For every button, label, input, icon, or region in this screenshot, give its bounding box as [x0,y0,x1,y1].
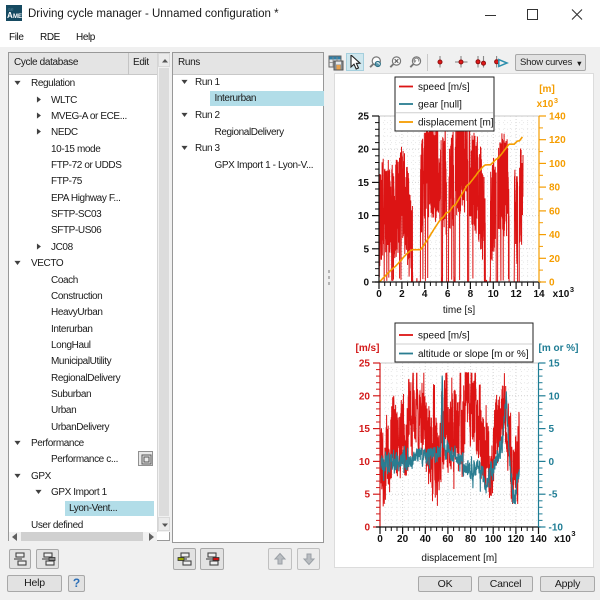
svg-text:3: 3 [570,285,574,294]
svg-text:speed [m/s]: speed [m/s] [418,331,470,342]
svg-text:[m]: [m] [539,84,555,95]
svg-text:0: 0 [376,289,382,300]
svg-text:[m/s]: [m/s] [356,343,380,354]
svg-text:ae: ae [8,7,14,13]
svg-text:10: 10 [549,391,561,402]
svg-text:x10: x10 [553,289,570,300]
svg-text:8: 8 [468,289,474,300]
svg-text:20: 20 [358,145,370,156]
svg-text:4: 4 [422,289,428,300]
svg-text:12: 12 [511,289,523,300]
svg-text:0: 0 [549,457,555,468]
svg-text:140: 140 [549,112,566,123]
svg-text:5: 5 [363,244,369,255]
svg-text:20: 20 [359,391,371,402]
svg-text:120: 120 [508,534,525,545]
svg-text:speed [m/s]: speed [m/s] [418,82,470,93]
svg-text:[m or %]: [m or %] [539,343,579,354]
svg-text:15: 15 [358,178,370,189]
svg-text:2: 2 [399,289,405,300]
svg-text:40: 40 [549,230,561,241]
svg-text:-5: -5 [549,490,558,501]
svg-text:80: 80 [549,183,561,194]
svg-text:x10: x10 [554,534,571,545]
svg-text:140: 140 [530,534,547,545]
svg-text:gear [null]: gear [null] [418,100,462,111]
svg-text:6: 6 [445,289,451,300]
svg-text:displacement [m]: displacement [m] [418,118,494,129]
svg-text:0: 0 [377,534,383,545]
svg-text:80: 80 [465,534,477,545]
svg-text:10: 10 [488,289,500,300]
svg-text:20: 20 [549,254,561,265]
svg-text:3: 3 [571,529,575,538]
svg-text:5: 5 [549,424,555,435]
svg-text:14: 14 [533,289,545,300]
svg-text:10: 10 [359,457,371,468]
svg-text:displacement [m]: displacement [m] [421,553,497,564]
svg-text:40: 40 [420,534,432,545]
svg-text:25: 25 [358,112,370,123]
svg-text:20: 20 [397,534,409,545]
svg-text:time [s]: time [s] [443,305,475,316]
svg-text:15: 15 [549,359,561,370]
svg-text:10: 10 [358,211,370,222]
svg-text:0: 0 [549,278,555,289]
svg-text:0: 0 [364,523,370,534]
svg-text:120: 120 [549,135,566,146]
svg-text:3: 3 [554,96,558,105]
svg-text:-10: -10 [549,523,564,534]
svg-text:25: 25 [359,359,371,370]
svg-text:15: 15 [359,424,371,435]
svg-text:0: 0 [363,278,369,289]
svg-text:100: 100 [549,159,566,170]
svg-text:100: 100 [485,534,502,545]
svg-text:60: 60 [442,534,454,545]
svg-text:60: 60 [549,206,561,217]
svg-text:x10: x10 [537,99,554,110]
svg-text:altitude or slope [m or %]: altitude or slope [m or %] [418,349,529,360]
svg-text:ME: ME [13,14,22,20]
svg-text:5: 5 [364,490,370,501]
